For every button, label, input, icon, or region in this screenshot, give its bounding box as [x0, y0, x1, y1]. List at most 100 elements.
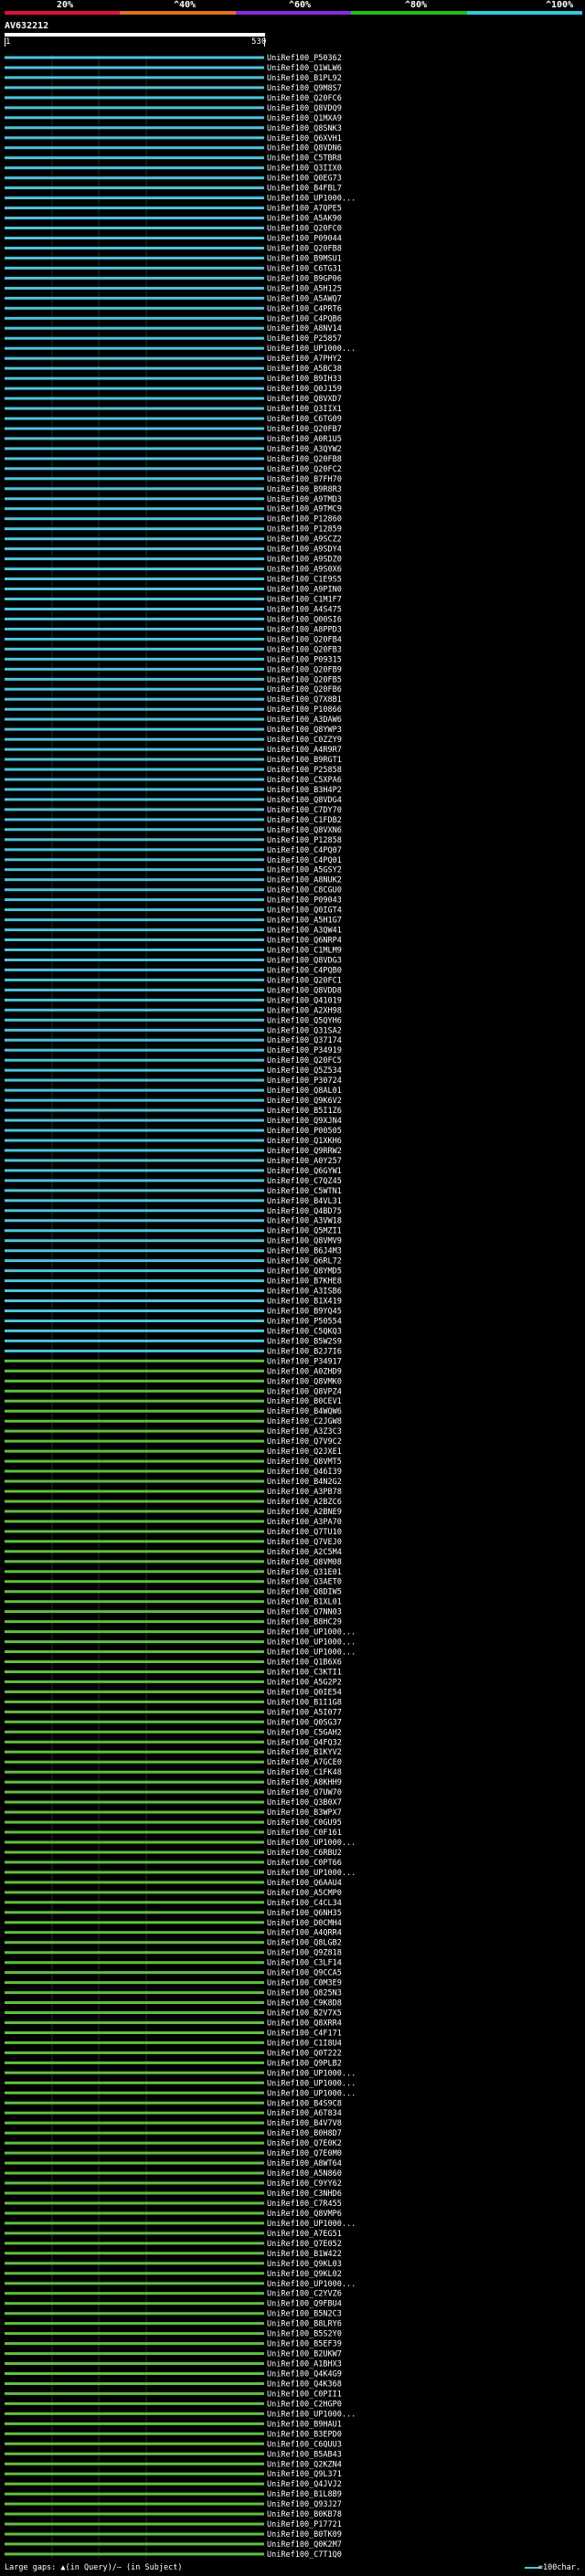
hit-bar[interactable] [5, 2161, 264, 2165]
hit-row[interactable]: UniRef100_A3Z3C3 [5, 1427, 342, 1436]
hit-bar[interactable] [5, 2171, 264, 2175]
hit-bar[interactable] [5, 1048, 264, 1052]
hit-label[interactable]: UniRef100_B7FH70 [267, 475, 342, 484]
hit-row[interactable]: UniRef100_Q20FB4 [5, 635, 342, 644]
hit-row[interactable]: UniRef100_Q2KZN4 [5, 2460, 342, 2469]
hit-bar[interactable] [5, 1078, 264, 1082]
hit-row[interactable]: UniRef100_A3VW18 [5, 1217, 342, 1226]
hit-row[interactable]: UniRef100_UP1000... [5, 1648, 356, 1658]
hit-row[interactable]: UniRef100_Q20FB3 [5, 645, 342, 654]
hit-label[interactable]: UniRef100_Q9XJN4 [267, 1117, 342, 1126]
hit-bar[interactable] [5, 637, 264, 641]
hit-label[interactable]: UniRef100_C5GAH2 [267, 1728, 342, 1737]
hit-row[interactable]: UniRef100_C2YVZ6 [5, 2290, 342, 2299]
hit-label[interactable]: UniRef100_C0F161 [267, 1829, 342, 1838]
hit-bar[interactable] [5, 66, 264, 69]
hit-row[interactable]: UniRef100_C4PQB0 [5, 966, 342, 975]
hit-bar[interactable] [5, 306, 264, 310]
hit-label[interactable]: UniRef100_Q20FC0 [267, 225, 342, 234]
hit-label[interactable]: UniRef100_A5GSY2 [267, 866, 342, 875]
hit-row[interactable]: UniRef100_B9MSU1 [5, 254, 342, 263]
hit-label[interactable]: UniRef100_B9R8R3 [267, 485, 342, 494]
hit-bar[interactable] [5, 207, 264, 210]
hit-label[interactable]: UniRef100_Q2KZN4 [267, 2460, 342, 2469]
hit-bar[interactable] [5, 1259, 264, 1263]
hit-label[interactable]: UniRef100_B9IH33 [267, 375, 342, 384]
hit-bar[interactable] [5, 1510, 264, 1513]
hit-label[interactable]: UniRef100_B9YQ45 [267, 1308, 342, 1317]
hit-bar[interactable] [5, 1580, 264, 1584]
hit-bar[interactable] [5, 2522, 264, 2526]
hit-label[interactable]: UniRef100_C5TBR8 [267, 154, 342, 164]
hit-label[interactable]: UniRef100_Q20FC2 [267, 465, 342, 474]
hit-bar[interactable] [5, 1981, 264, 1985]
hit-bar[interactable] [5, 1249, 264, 1253]
hit-bar[interactable] [5, 286, 264, 290]
hit-label[interactable]: UniRef100_Q1B6X6 [267, 1659, 342, 1668]
hit-bar[interactable] [5, 1108, 264, 1112]
hit-bar[interactable] [5, 598, 264, 600]
hit-label[interactable]: UniRef100_UP1000... [267, 1638, 356, 1648]
hit-bar[interactable] [5, 1971, 264, 1975]
hit-row[interactable]: UniRef100_P09315 [5, 655, 342, 664]
hit-bar[interactable] [5, 1169, 264, 1172]
hit-label[interactable]: UniRef100_B5N2C3 [267, 2310, 342, 2319]
hit-row[interactable]: UniRef100_A5AWQ7 [5, 294, 342, 303]
hit-row[interactable]: UniRef100_P10866 [5, 705, 342, 715]
hit-bar[interactable] [5, 106, 264, 110]
hit-bar[interactable] [5, 1901, 264, 1904]
hit-bar[interactable] [5, 808, 264, 811]
hit-row[interactable]: UniRef100_Q8DIW5 [5, 1588, 342, 1597]
hit-row[interactable]: UniRef100_Q20FC5 [5, 1056, 342, 1065]
hit-row[interactable]: UniRef100_Q9KL03 [5, 2260, 342, 2269]
hit-row[interactable]: UniRef100_Q9K6V2 [5, 1097, 342, 1106]
hit-label[interactable]: UniRef100_A3VW18 [267, 1217, 342, 1226]
hit-row[interactable]: UniRef100_C8CGU0 [5, 886, 342, 896]
hit-label[interactable]: UniRef100_C4PQ07 [267, 846, 342, 855]
hit-bar[interactable] [5, 1690, 264, 1693]
hit-label[interactable]: UniRef100_UP1000... [267, 2220, 356, 2229]
hit-label[interactable]: UniRef100_Q6NH35 [267, 1909, 342, 1918]
hit-row[interactable]: UniRef100_D0CMH4 [5, 1919, 342, 1928]
hit-bar[interactable] [5, 487, 264, 491]
hit-row[interactable]: UniRef100_A7PHY2 [5, 355, 342, 364]
hit-row[interactable]: UniRef100_Q31E01 [5, 1568, 342, 1577]
hit-row[interactable]: UniRef100_C4F171 [5, 2030, 342, 2039]
hit-label[interactable]: UniRef100_B3EPD0 [267, 2430, 342, 2439]
hit-bar[interactable] [5, 76, 264, 80]
hit-label[interactable]: UniRef100_C4PQB6 [267, 314, 342, 323]
hit-row[interactable]: UniRef100_B1W422 [5, 2250, 342, 2259]
hit-bar[interactable] [5, 2391, 264, 2395]
hit-row[interactable]: UniRef100_C3NHD6 [5, 2189, 342, 2199]
hit-label[interactable]: UniRef100_B9RGT1 [267, 756, 342, 765]
hit-bar[interactable] [5, 547, 264, 551]
hit-label[interactable]: UniRef100_C3KTI1 [267, 1669, 342, 1678]
hit-label[interactable]: UniRef100_C5WTN1 [267, 1187, 342, 1196]
hit-label[interactable]: UniRef100_Q5MZI1 [267, 1227, 342, 1236]
hit-row[interactable]: UniRef100_Q9XJN4 [5, 1117, 342, 1126]
hit-label[interactable]: UniRef100_A8NUK2 [267, 876, 342, 885]
hit-label[interactable]: UniRef100_Q7X8B1 [267, 695, 342, 705]
hit-row[interactable]: UniRef100_C4PRT6 [5, 304, 342, 313]
hit-label[interactable]: UniRef100_Q8VDN6 [267, 144, 342, 154]
hit-bar[interactable] [5, 1730, 264, 1733]
hit-row[interactable]: UniRef100_P25857 [5, 334, 342, 344]
hit-label[interactable]: UniRef100_P34919 [267, 1046, 342, 1055]
hit-row[interactable]: UniRef100_C6RBU2 [5, 1849, 342, 1858]
hit-bar[interactable] [5, 1740, 264, 1744]
hit-label[interactable]: UniRef100_Q9CCA5 [267, 1969, 342, 1978]
hit-label[interactable]: UniRef100_P09044 [267, 235, 342, 244]
hit-row[interactable]: UniRef100_Q8LGB2 [5, 1939, 342, 1948]
hit-label[interactable]: UniRef100_Q3AET0 [267, 1578, 342, 1587]
hit-bar[interactable] [5, 227, 264, 229]
hit-label[interactable]: UniRef100_C0GU95 [267, 1818, 342, 1828]
hit-label[interactable]: UniRef100_A5AWQ7 [267, 294, 342, 303]
hit-bar[interactable] [5, 647, 264, 651]
hit-label[interactable]: UniRef100_Q9K6V2 [267, 1097, 342, 1106]
hit-row[interactable]: UniRef100_UP1000... [5, 2220, 356, 2229]
hit-row[interactable]: UniRef100_B9RGT1 [5, 756, 342, 765]
hit-label[interactable]: UniRef100_C5XPA6 [267, 776, 342, 785]
hit-bar[interactable] [5, 1760, 264, 1764]
hit-bar[interactable] [5, 497, 264, 501]
hit-label[interactable]: UniRef100_Q0IGT4 [267, 906, 342, 916]
